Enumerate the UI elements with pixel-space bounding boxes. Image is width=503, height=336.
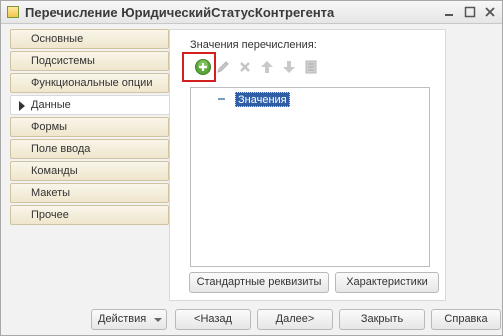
tab-forms[interactable]: Формы — [10, 117, 169, 137]
maximize-icon[interactable] — [463, 5, 477, 19]
tab-main[interactable]: Основные — [10, 29, 169, 49]
close-icon[interactable] — [483, 5, 497, 19]
tree-branch-icon — [218, 98, 225, 100]
actions-button[interactable]: Действия — [91, 309, 167, 330]
tree-item-label: Значения — [235, 92, 290, 107]
move-up-icon[interactable] — [258, 58, 276, 76]
tab-other[interactable]: Прочее — [10, 205, 169, 225]
tab-label: Функциональные опции — [31, 77, 153, 89]
dialog-window: Перечисление ЮридическийСтатусКонтрегент… — [0, 0, 503, 336]
window-menu-icon[interactable] — [442, 5, 456, 19]
tab-label: Команды — [31, 165, 78, 177]
edit-icon[interactable] — [214, 58, 232, 76]
tab-label: Поле ввода — [31, 143, 91, 155]
dialog-footer: Действия <Назад Далее> Закрыть Справка — [1, 301, 502, 335]
window-title: Перечисление ЮридическийСтатусКонтрегент… — [25, 5, 335, 20]
tab-input-field[interactable]: Поле ввода — [10, 139, 169, 159]
tab-commands[interactable]: Команды — [10, 161, 169, 181]
tab-label: Основные — [31, 33, 84, 45]
add-button-highlight — [182, 52, 216, 82]
title-bar: Перечисление ЮридическийСтатусКонтрегент… — [1, 1, 502, 24]
tab-label: Данные — [31, 99, 71, 111]
enum-values-label: Значения перечисления: — [190, 39, 317, 51]
tab-label: Формы — [31, 121, 68, 133]
next-button[interactable]: Далее> — [257, 309, 333, 330]
tab-templates[interactable]: Макеты — [10, 183, 169, 203]
standard-attributes-button[interactable]: Стандартные реквизиты — [189, 272, 329, 293]
enum-values-tree[interactable]: Значения — [190, 87, 430, 267]
help-button[interactable]: Справка — [431, 309, 501, 330]
actions-label: Действия — [98, 313, 147, 325]
sort-icon[interactable] — [302, 58, 320, 76]
characteristics-button[interactable]: Характеристики — [335, 272, 439, 293]
tab-data[interactable]: Данные — [10, 95, 170, 115]
tab-label: Макеты — [31, 187, 71, 199]
active-tab-arrow-icon — [19, 101, 25, 111]
tab-label: Подсистемы — [31, 55, 95, 67]
delete-icon[interactable] — [236, 58, 254, 76]
section-tabs: Основные Подсистемы Функциональные опции… — [10, 29, 170, 227]
enum-icon — [7, 6, 19, 18]
back-button[interactable]: <Назад — [175, 309, 251, 330]
tab-functional-options[interactable]: Функциональные опции — [10, 73, 169, 93]
tab-label: Прочее — [31, 209, 69, 221]
tab-subsystems[interactable]: Подсистемы — [10, 51, 169, 71]
move-down-icon[interactable] — [280, 58, 298, 76]
chevron-down-icon — [154, 318, 162, 322]
close-button[interactable]: Закрыть — [339, 309, 425, 330]
